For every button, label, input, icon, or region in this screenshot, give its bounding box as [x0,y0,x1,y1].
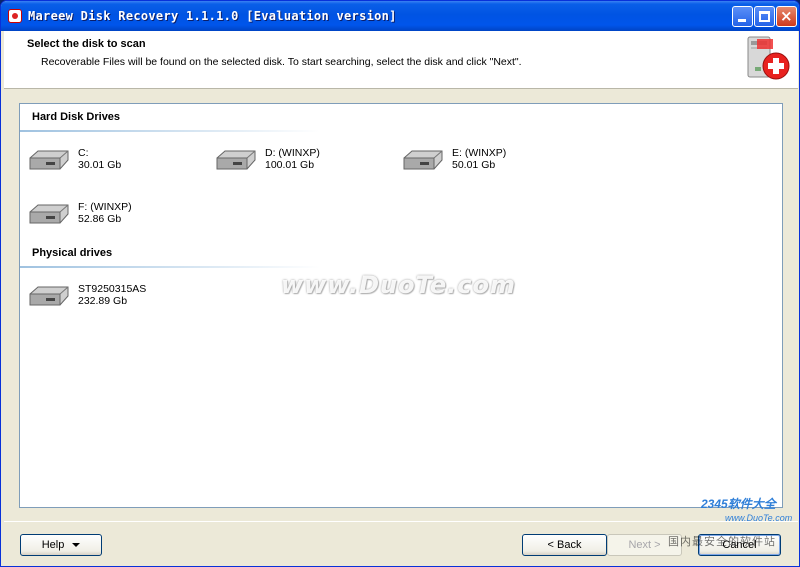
drive-size: 50.01 Gb [452,159,496,171]
app-logo-icon[interactable] [8,9,22,23]
section-divider [20,266,320,268]
hard-drive-icon [29,286,69,306]
watermark-cn: 国内最安全的软件站 [668,536,776,548]
header-title: Select the disk to scan [27,38,146,50]
disk-recovery-plus-icon [747,36,790,80]
wizard-header: Select the disk to scan Recoverable File… [4,31,798,89]
drive-item-f[interactable]: F: (WINXP) 52.86 Gb [28,200,178,230]
drive-item-d[interactable]: D: (WINXP) 100.01 Gb [215,146,365,176]
drive-name: ST9250315AS [78,283,147,295]
drive-size: 52.86 Gb [78,213,122,225]
maximize-button[interactable] [754,6,775,27]
header-subtitle: Recoverable Files will be found on the s… [41,56,522,68]
back-button[interactable]: < Back [522,534,607,556]
physical-drives-heading: Physical drives [32,247,113,259]
hard-disk-drives-heading: Hard Disk Drives [32,111,121,123]
section-divider [20,130,320,132]
drive-size: 30.01 Gb [78,159,122,171]
drive-name: E: (WINXP) [452,147,507,159]
window-title: Mareew Disk Recovery 1.1.1.0 [Evaluation… [28,9,397,23]
minimize-icon [738,19,746,22]
hard-drive-icon [29,204,69,224]
drive-name: D: (WINXP) [265,147,320,159]
drive-size: 232.89 Gb [78,295,128,307]
title-bar[interactable]: Mareew Disk Recovery 1.1.1.0 [Evaluation… [1,1,799,31]
hard-drive-icon [403,150,443,170]
drive-name: F: (WINXP) [78,201,132,213]
maximize-icon [759,11,770,22]
minimize-button[interactable] [732,6,753,27]
help-button-label: Help [41,539,65,551]
drive-size: 100.01 Gb [265,159,315,171]
drive-name: C: [78,147,89,159]
drive-item-e[interactable]: E: (WINXP) 50.01 Gb [402,146,552,176]
close-button[interactable]: × [776,6,797,27]
watermark-text: www.DuoTe.com [281,271,516,299]
watermark-brand: 2345软件大全 [701,497,776,511]
app-window: Mareew Disk Recovery 1.1.1.0 [Evaluation… [0,0,800,567]
footer-divider [4,521,798,522]
help-button[interactable]: Help [20,534,102,556]
hard-drive-icon [29,150,69,170]
disk-list-panel: Hard Disk Drives C: 30.01 Gb D: (WINXP) … [19,103,783,508]
dropdown-arrow-icon [72,543,81,548]
drive-item-physical[interactable]: ST9250315AS 232.89 Gb [28,282,178,312]
close-icon: × [780,7,793,25]
hard-drive-icon [216,150,256,170]
drive-item-c[interactable]: C: 30.01 Gb [28,146,178,176]
